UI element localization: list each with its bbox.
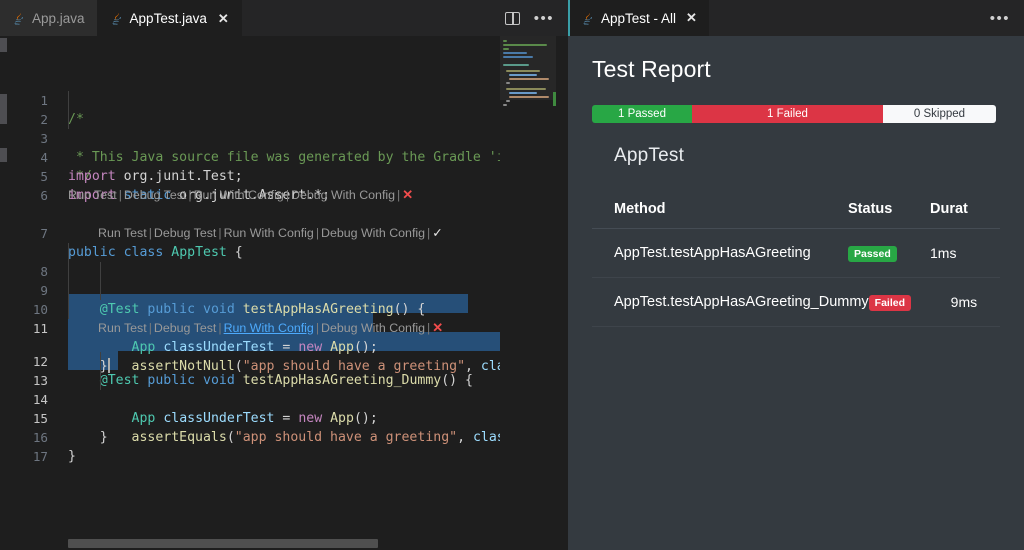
code-line: 7 public class AppTest { — [0, 205, 568, 260]
report-tab-bar: AppTest - All ✕ ••• — [568, 0, 1024, 36]
java-icon — [580, 11, 594, 26]
code-line: 12 @Test public void testAppHasAGreeting… — [0, 333, 568, 388]
test-suite-name: AppTest — [614, 145, 685, 166]
codelens-run-test[interactable]: Run Test — [98, 226, 147, 240]
editor-tab-apptest-java[interactable]: AppTest.java ✕ — [97, 0, 242, 36]
editor-minimap[interactable] — [500, 36, 556, 550]
codelens-run-with-config[interactable]: Run With Config — [224, 226, 314, 240]
column-header-status: Status — [848, 200, 893, 217]
editor-body: 1 /* 2 * This Java source file was gener… — [0, 36, 568, 550]
close-icon[interactable]: ✕ — [686, 10, 697, 26]
codelens-separator: | — [188, 188, 192, 202]
summary-failed[interactable]: 1 Failed — [692, 105, 883, 123]
codelens-class[interactable]: Run Test | Debug Test | Run With Config | Debu… — [68, 186, 413, 204]
codelens-debug-with-config[interactable]: Debug With Config — [291, 188, 395, 202]
column-header-duration: Durat — [930, 200, 968, 217]
test-results-table: Method Status Durat AppTest.testAppHasAG… — [592, 189, 1000, 327]
report-tab-spacer — [709, 0, 976, 36]
codelens-separator: | — [285, 188, 290, 202]
summary-passed-label: 1 Passed — [618, 108, 666, 120]
editor-tab-actions: ••• — [496, 0, 568, 36]
java-icon — [109, 11, 123, 26]
code-line: 10 assertNotNull("app should have a gree… — [0, 281, 568, 374]
line-number: 7 — [40, 226, 48, 241]
code-line: 6 — [0, 167, 568, 203]
summary-skipped-label: 0 Skipped — [913, 108, 966, 120]
codelens-debug-test[interactable]: Debug Test — [154, 226, 216, 240]
code-text: } — [68, 449, 76, 464]
codelens-separator: | — [315, 226, 320, 240]
code-line: 15 } — [0, 390, 568, 445]
code-area[interactable]: 1 /* 2 * This Java source file was gener… — [0, 36, 568, 550]
editor-tab-bar: App.java AppTest.java ✕ ••• — [0, 0, 568, 36]
codelens-debug-with-config[interactable]: Debug With Config — [321, 226, 425, 240]
column-header-method: Method — [614, 200, 666, 217]
codelens-run-test[interactable]: Run Test — [68, 188, 117, 202]
codelens-run-with-config[interactable]: Run With Config — [194, 188, 284, 202]
code-line: 2 * This Java source file was generated … — [0, 91, 568, 165]
scrollbar-thumb[interactable] — [68, 539, 378, 548]
test-method-name: AppTest.testAppHasAGreeting — [614, 245, 811, 261]
line-number: 17 — [32, 449, 48, 464]
test-summary-bar: 1 Passed 1 Failed 0 Skipped — [592, 105, 996, 123]
test-report-pane: AppTest - All ✕ ••• Test Report 1 Passed… — [568, 0, 1024, 550]
editor-pane: App.java AppTest.java ✕ ••• 1 /* 2 * Thi… — [0, 0, 568, 550]
codelens-separator: | — [218, 226, 222, 240]
summary-failed-label: 1 Failed — [767, 108, 808, 120]
code-line: 9 App classUnderTest = new App(); — [0, 262, 568, 355]
test-status-cell: Failed — [868, 293, 951, 312]
code-line: 1 /* — [0, 72, 568, 127]
more-actions-icon[interactable]: ••• — [534, 11, 554, 26]
codelens-debug-test[interactable]: Debug Test — [124, 188, 186, 202]
page-title: Test Report — [592, 56, 711, 82]
table-header-row: Method Status Durat — [592, 189, 1000, 229]
table-row[interactable]: AppTest.testAppHasAGreeting Passed 1ms — [592, 229, 1000, 278]
code-line: 11 } — [0, 300, 568, 374]
vscode-window: App.java AppTest.java ✕ ••• 1 /* 2 * Thi… — [0, 0, 1024, 550]
code-line: 16 } — [0, 409, 568, 464]
code-line: 4 import org.junit.Test; — [0, 129, 568, 184]
editor-tab-label: App.java — [32, 10, 85, 26]
test-method-name: AppTest.testAppHasAGreeting_Dummy — [614, 294, 869, 310]
report-tab-apptest-all[interactable]: AppTest - All ✕ — [568, 0, 709, 36]
line-number: 6 — [40, 188, 48, 203]
split-editor-icon[interactable] — [504, 11, 520, 25]
test-duration: 1ms — [930, 245, 957, 261]
test-passed-icon: ✓ — [432, 226, 443, 240]
report-tab-label: AppTest - All — [601, 10, 677, 26]
code-line: 3 */ — [0, 110, 568, 184]
codelens-test-app-has-a-greeting[interactable]: Run Test | Debug Test | Run With Config | Debu… — [98, 224, 443, 242]
editor-horizontal-scrollbar[interactable] — [0, 538, 556, 550]
report-tab-actions: ••• — [976, 0, 1024, 36]
status-badge: Passed — [848, 245, 897, 263]
table-row[interactable]: AppTest.testAppHasAGreeting_Dummy Failed… — [592, 278, 1000, 327]
summary-passed[interactable]: 1 Passed — [592, 105, 692, 123]
code-line: 8 @Test public void testAppHasAGreeting(… — [0, 243, 568, 317]
summary-skipped[interactable]: 0 Skipped — [883, 105, 996, 123]
codelens-separator: | — [148, 226, 152, 240]
editor-tab-label: AppTest.java — [129, 10, 207, 26]
report-body: Test Report 1 Passed 1 Failed 0 Skipped … — [568, 36, 1024, 550]
test-duration: 9ms — [950, 294, 978, 310]
test-failed-icon: ✕ — [402, 187, 414, 202]
code-line: 14 assertEquals("app should have a greet… — [0, 371, 568, 445]
java-icon — [11, 11, 25, 26]
code-line: 5 import static org.junit.Assert.*; — [0, 148, 568, 203]
code-line: 13 App classUnderTest = new App(); — [0, 352, 568, 426]
editor-tab-app-java[interactable]: App.java — [0, 0, 98, 36]
test-status-cell: Passed — [848, 244, 930, 263]
status-badge: Failed — [868, 294, 912, 312]
codelens-separator: | — [118, 188, 122, 202]
code-line: 17 — [0, 428, 568, 464]
more-actions-icon[interactable]: ••• — [990, 11, 1010, 26]
editor-vertical-scrollbar[interactable] — [556, 36, 568, 550]
tab-bar-spacer — [241, 0, 497, 36]
close-icon[interactable]: ✕ — [218, 12, 229, 25]
